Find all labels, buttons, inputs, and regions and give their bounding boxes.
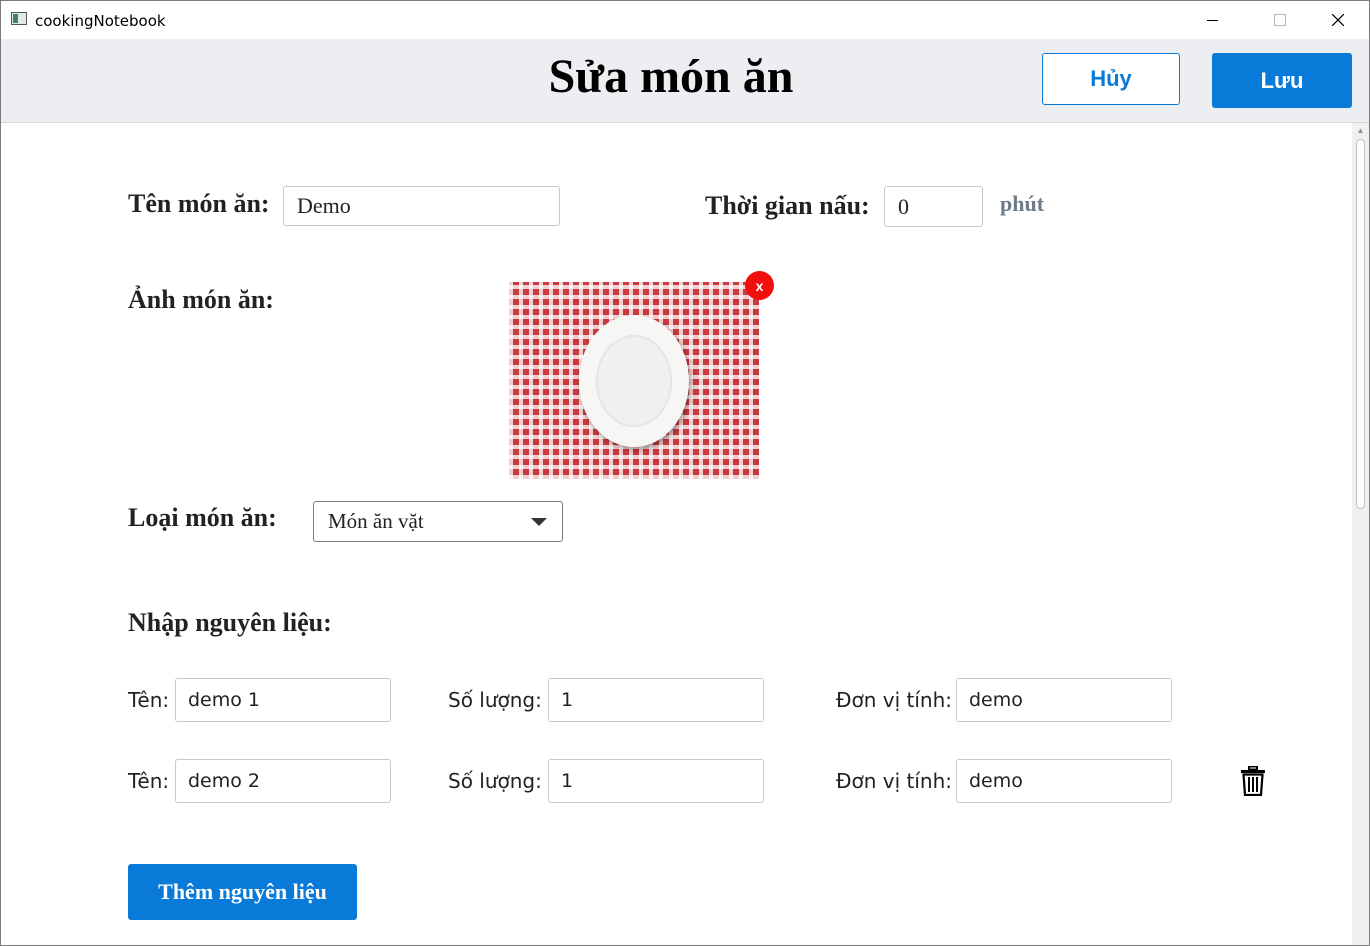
window-title: cookingNotebook — [35, 12, 166, 30]
close-window-button[interactable] — [1315, 1, 1361, 39]
minimize-button[interactable] — [1189, 1, 1235, 39]
cook-time-unit: phút — [1000, 191, 1045, 216]
ingredient-name-label: Tên: — [128, 688, 170, 712]
category-label: Loại món ăn: — [128, 503, 277, 532]
vertical-scrollbar[interactable]: ▲ — [1352, 123, 1369, 945]
ingredients-heading: Nhập nguyên liệu: — [128, 608, 332, 637]
ingredient-unit-input[interactable]: demo — [956, 678, 1172, 722]
save-button[interactable]: Lưu — [1212, 53, 1352, 108]
trash-icon[interactable] — [1241, 766, 1265, 796]
cook-time-input[interactable]: 0 — [884, 186, 983, 227]
add-ingredient-button[interactable]: Thêm nguyên liệu — [128, 864, 357, 920]
page-header: Sửa món ăn Hủy Lưu — [1, 39, 1369, 123]
close-icon — [1332, 14, 1344, 26]
category-selected-value: Món ăn vặt — [328, 509, 424, 533]
plate-image — [579, 315, 689, 447]
scroll-up-arrow-icon[interactable]: ▲ — [1352, 123, 1369, 137]
ingredient-qty-label: Số lượng: — [448, 769, 542, 793]
maximize-button[interactable] — [1257, 1, 1303, 39]
ingredient-qty-input[interactable]: 1 — [548, 678, 764, 722]
cancel-button[interactable]: Hủy — [1042, 53, 1180, 105]
ingredient-unit-label: Đơn vị tính: — [836, 769, 953, 793]
app-window: cookingNotebook Sửa món ăn Hủy Lưu ▲ Tên… — [0, 0, 1370, 946]
ingredient-name-input[interactable]: demo 2 — [175, 759, 391, 803]
ingredient-name-label: Tên: — [128, 769, 170, 793]
dish-photo-label: Ảnh món ăn: — [128, 285, 274, 314]
ingredient-unit-input[interactable]: demo — [956, 759, 1172, 803]
minimize-icon — [1206, 19, 1218, 21]
dish-photo[interactable] — [509, 282, 759, 479]
maximize-icon — [1274, 14, 1286, 26]
scroll-thumb[interactable] — [1356, 139, 1365, 509]
category-select[interactable]: Món ăn vặt — [313, 501, 563, 542]
ingredient-name-input[interactable]: demo 1 — [175, 678, 391, 722]
app-window-icon — [11, 12, 27, 25]
ingredient-qty-label: Số lượng: — [448, 688, 542, 712]
cook-time-label: Thời gian nấu: — [705, 191, 870, 220]
title-bar: cookingNotebook — [1, 1, 1369, 39]
ingredient-unit-label: Đơn vị tính: — [836, 688, 953, 712]
dish-name-label: Tên món ăn: — [128, 189, 270, 218]
ingredient-qty-input[interactable]: 1 — [548, 759, 764, 803]
chevron-down-icon — [531, 518, 547, 526]
remove-photo-button[interactable]: x — [745, 271, 774, 300]
dish-name-input[interactable]: Demo — [283, 186, 560, 226]
